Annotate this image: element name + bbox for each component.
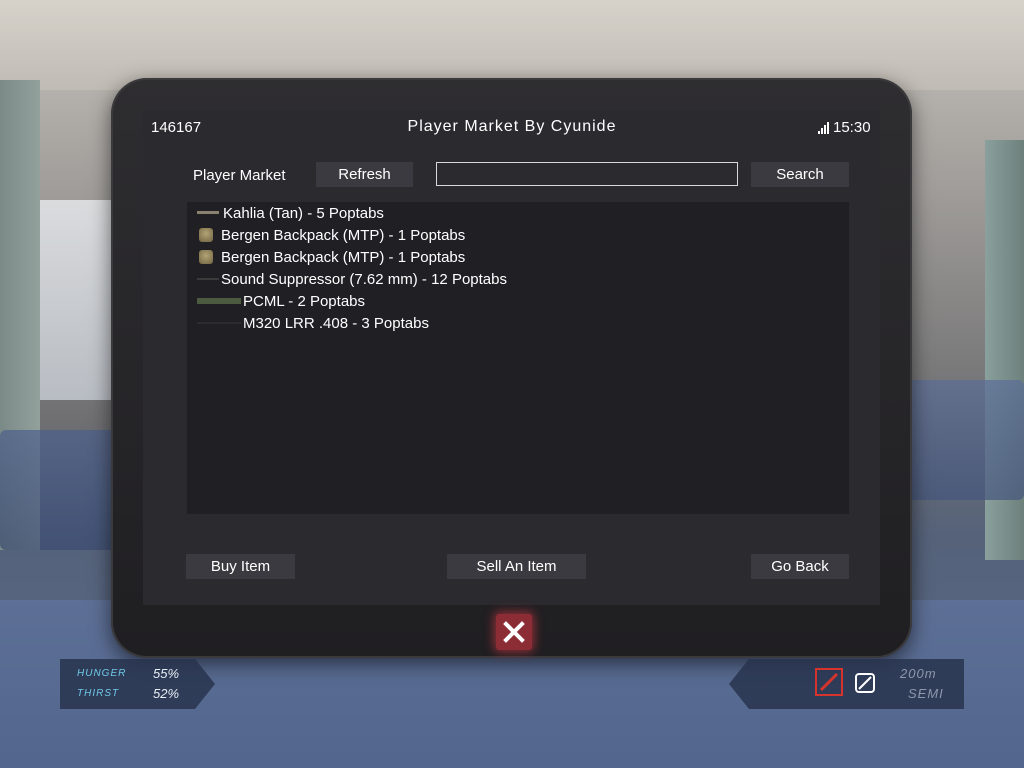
list-item-label: Bergen Backpack (MTP) - 1 Poptabs <box>221 248 466 266</box>
backpack-icon <box>199 228 213 242</box>
search-button[interactable]: Search <box>751 162 849 187</box>
background-window <box>40 200 120 400</box>
close-icon <box>503 621 525 643</box>
thirst-label: THIRST <box>77 688 120 699</box>
list-item[interactable]: Kahlia (Tan) - 5 Poptabs <box>187 202 384 224</box>
hunger-value: 55% <box>153 666 180 681</box>
suppressor-icon <box>197 272 219 286</box>
list-item-label: Sound Suppressor (7.62 mm) - 12 Poptabs <box>221 270 507 288</box>
launcher-icon <box>197 294 241 308</box>
list-item[interactable]: Bergen Backpack (MTP) - 1 Poptabs <box>187 246 465 268</box>
background-seats <box>905 380 1024 500</box>
backpack-icon <box>199 250 213 264</box>
sell-item-button[interactable]: Sell An Item <box>447 554 586 579</box>
fire-mode: SEMI <box>908 686 944 701</box>
rifle-icon <box>197 206 219 220</box>
list-item-label: PCML - 2 Poptabs <box>243 292 365 310</box>
hunger-label: HUNGER <box>77 668 127 679</box>
list-item-label: Kahlia (Tan) - 5 Poptabs <box>223 204 384 222</box>
no-ammo-icon <box>855 673 875 693</box>
survival-hud <box>60 659 215 709</box>
no-weapon-icon <box>815 668 843 696</box>
page-title: Player Market By Cyunide <box>407 118 617 135</box>
zeroing-distance: 200m <box>900 666 937 681</box>
background-seats <box>0 430 120 550</box>
buy-item-button[interactable]: Buy Item <box>186 554 295 579</box>
player-id: 146167 <box>151 119 202 136</box>
market-listbox[interactable]: Kahlia (Tan) - 5 Poptabs Bergen Backpack… <box>187 202 849 514</box>
search-input[interactable] <box>436 162 738 186</box>
list-item[interactable]: Sound Suppressor (7.62 mm) - 12 Poptabs <box>187 268 507 290</box>
signal-icon <box>818 121 829 134</box>
section-label: Player Market <box>193 167 286 184</box>
thirst-value: 52% <box>153 686 180 701</box>
status-clock: 15:30 <box>818 119 871 136</box>
clock-time: 15:30 <box>833 119 871 136</box>
background-ceiling <box>0 0 1024 90</box>
list-item[interactable]: Bergen Backpack (MTP) - 1 Poptabs <box>187 224 465 246</box>
list-item[interactable]: PCML - 2 Poptabs <box>187 290 365 312</box>
go-back-button[interactable]: Go Back <box>751 554 849 579</box>
refresh-button[interactable]: Refresh <box>316 162 413 187</box>
sniper-rifle-icon <box>197 316 241 330</box>
list-item[interactable]: M320 LRR .408 - 3 Poptabs <box>187 312 429 334</box>
close-button[interactable] <box>496 614 532 650</box>
list-item-label: M320 LRR .408 - 3 Poptabs <box>243 314 429 332</box>
list-item-label: Bergen Backpack (MTP) - 1 Poptabs <box>221 226 466 244</box>
